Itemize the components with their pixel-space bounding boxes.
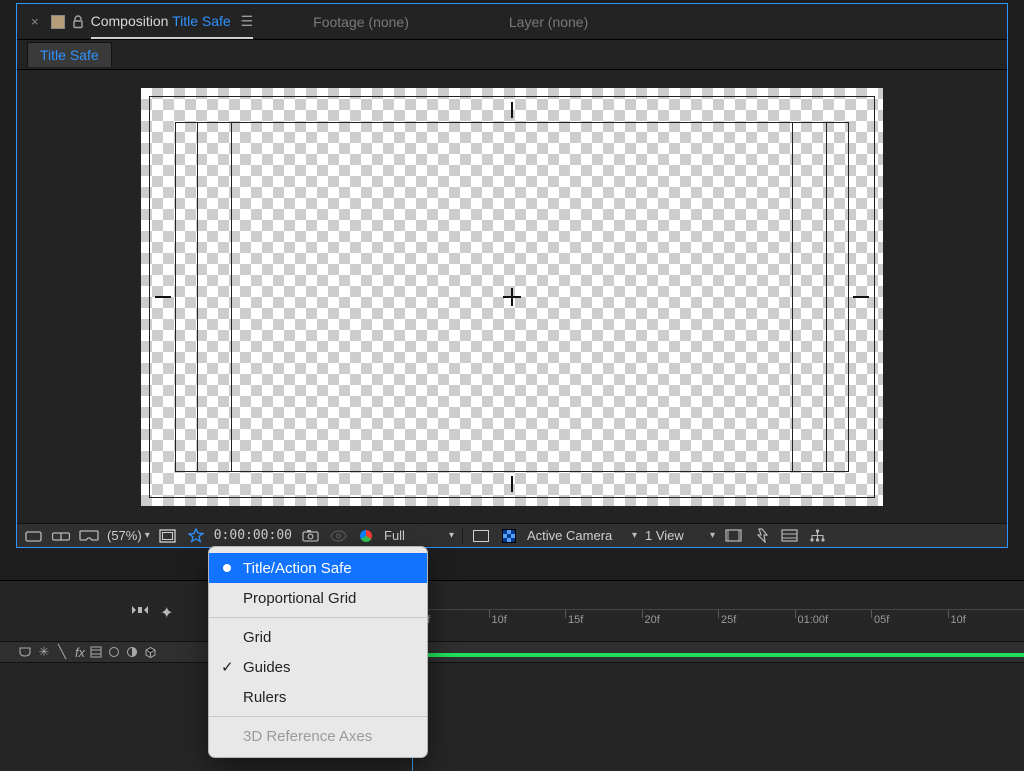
safe-vguide <box>826 122 827 472</box>
camera-value: Active Camera <box>527 528 612 543</box>
tab-composition-label: Composition <box>91 13 169 29</box>
timeline-panel-icon[interactable] <box>779 527 799 545</box>
3d-layer-icon[interactable] <box>144 646 160 659</box>
menu-item-title-action-safe[interactable]: Title/Action Safe <box>209 553 427 583</box>
tab-composition-name: Title Safe <box>172 13 231 29</box>
safe-tick <box>511 102 513 118</box>
composition-viewport[interactable] <box>17 70 1007 523</box>
viewer-footer-bar: (57%) ▾ 0:00:00:00 Full ▾ Active Camera … <box>17 523 1007 547</box>
ruler-tick-label: 05f <box>874 614 889 626</box>
safe-zones-icon[interactable] <box>158 527 178 545</box>
chevron-down-icon: ▾ <box>710 530 715 541</box>
camera-dropdown[interactable]: Active Camera ▾ <box>527 528 637 543</box>
chevron-down-icon: ▾ <box>449 530 454 541</box>
composition-color-swatch[interactable] <box>51 15 65 29</box>
magnification-dropdown[interactable]: (57%) ▾ <box>107 528 150 543</box>
safe-vguide <box>231 122 232 472</box>
current-time-display[interactable]: 0:00:00:00 <box>214 528 292 543</box>
composition-panel: × Composition Title Safe ☰ Footage (none… <box>16 3 1008 548</box>
grid-guides-popup-menu: Title/Action Safe Proportional Grid Grid… <box>208 546 428 758</box>
menu-item-3d-reference-axes: 3D Reference Axes <box>209 721 427 751</box>
safe-tick <box>511 476 513 492</box>
collapse-icon[interactable]: ✳ <box>36 644 52 660</box>
vr-goggles-icon[interactable] <box>79 527 99 545</box>
sub-tab-active[interactable]: Title Safe <box>27 42 112 67</box>
motion-blur-icon[interactable] <box>108 646 124 658</box>
tab-layer[interactable]: Layer (none) <box>509 14 588 30</box>
transparency-canvas <box>141 88 883 506</box>
menu-item-proportional-grid[interactable]: Proportional Grid <box>209 583 427 613</box>
safe-vguide <box>792 122 793 472</box>
channel-icon[interactable] <box>356 527 376 545</box>
ruler-tick-label: 01:00f <box>798 614 829 626</box>
menu-item-guides[interactable]: ✓ Guides <box>209 652 427 682</box>
active-indicator-dot-icon <box>223 564 231 572</box>
fx-icon[interactable]: fx <box>72 645 88 660</box>
magnification-value: (57%) <box>107 528 142 543</box>
show-snapshot-icon[interactable] <box>328 527 348 545</box>
menu-item-grid[interactable]: Grid <box>209 622 427 652</box>
safe-tick <box>853 296 869 298</box>
transparency-grid-icon[interactable] <box>499 527 519 545</box>
pixel-aspect-icon[interactable] <box>723 527 743 545</box>
tab-footage[interactable]: Footage (none) <box>313 14 409 30</box>
menu-item-label: Rulers <box>243 689 286 706</box>
work-area-bar[interactable] <box>412 653 1024 657</box>
composition-sub-tabs: Title Safe <box>17 40 1007 70</box>
adjustment-icon[interactable] <box>126 646 142 658</box>
shy-icon[interactable] <box>18 646 34 658</box>
views-value: 1 View <box>645 528 684 543</box>
mask-visibility-icon[interactable] <box>186 527 206 545</box>
time-ruler[interactable]: 05f 10f 15f 20f 25f 01:00f 05f 10f <box>412 609 1024 629</box>
snapshot-icon[interactable] <box>300 527 320 545</box>
tab-composition[interactable]: Composition Title Safe ☰ <box>91 13 254 30</box>
keyframe-nav-icon[interactable] <box>130 603 150 623</box>
flowchart-icon[interactable] <box>807 527 827 545</box>
safe-tick <box>155 296 171 298</box>
lock-icon[interactable] <box>71 15 85 29</box>
resolution-dropdown[interactable]: Full ▾ <box>384 528 454 543</box>
menu-item-label: Proportional Grid <box>243 590 356 607</box>
timeline-panel: ✦ 05f 10f 15f 20f 25f 01:00f 05f 10f ✳ ╲… <box>0 580 1024 771</box>
menu-separator <box>209 716 427 717</box>
menu-item-label: Guides <box>243 659 291 676</box>
timeline-tool-icons: ✦ <box>130 603 173 623</box>
frame-blend-icon[interactable] <box>90 646 106 658</box>
menu-item-label: Grid <box>243 629 271 646</box>
draft3d-icon[interactable] <box>51 527 71 545</box>
menu-item-label: 3D Reference Axes <box>243 728 372 745</box>
ruler-tick-label: 25f <box>721 614 736 626</box>
menu-separator <box>209 617 427 618</box>
menu-item-rulers[interactable]: Rulers <box>209 682 427 712</box>
menu-item-label: Title/Action Safe <box>243 560 352 577</box>
ruler-tick-label: 20f <box>645 614 660 626</box>
ruler-tick-label: 10f <box>492 614 507 626</box>
region-of-interest-icon[interactable] <box>471 527 491 545</box>
panel-menu-icon[interactable]: ☰ <box>241 13 254 29</box>
always-preview-icon[interactable] <box>23 527 43 545</box>
safe-vguide <box>197 122 198 472</box>
views-dropdown[interactable]: 1 View ▾ <box>645 528 715 543</box>
chevron-down-icon: ▾ <box>632 530 637 541</box>
ruler-tick-label: 15f <box>568 614 583 626</box>
center-crosshair-icon <box>503 288 521 306</box>
ruler-tick-label: 10f <box>951 614 966 626</box>
checkmark-icon: ✓ <box>221 658 234 676</box>
quality-icon[interactable]: ╲ <box>54 644 70 660</box>
panel-tab-strip: × Composition Title Safe ☰ Footage (none… <box>17 4 1007 40</box>
resolution-value: Full <box>384 528 405 543</box>
layer-switch-header: ✳ ╲ fx <box>0 641 1024 663</box>
graph-editor-sparkle-icon[interactable]: ✦ <box>160 603 173 623</box>
chevron-down-icon: ▾ <box>145 530 150 541</box>
fast-previews-icon[interactable] <box>751 527 771 545</box>
close-panel-icon[interactable]: × <box>25 14 45 29</box>
